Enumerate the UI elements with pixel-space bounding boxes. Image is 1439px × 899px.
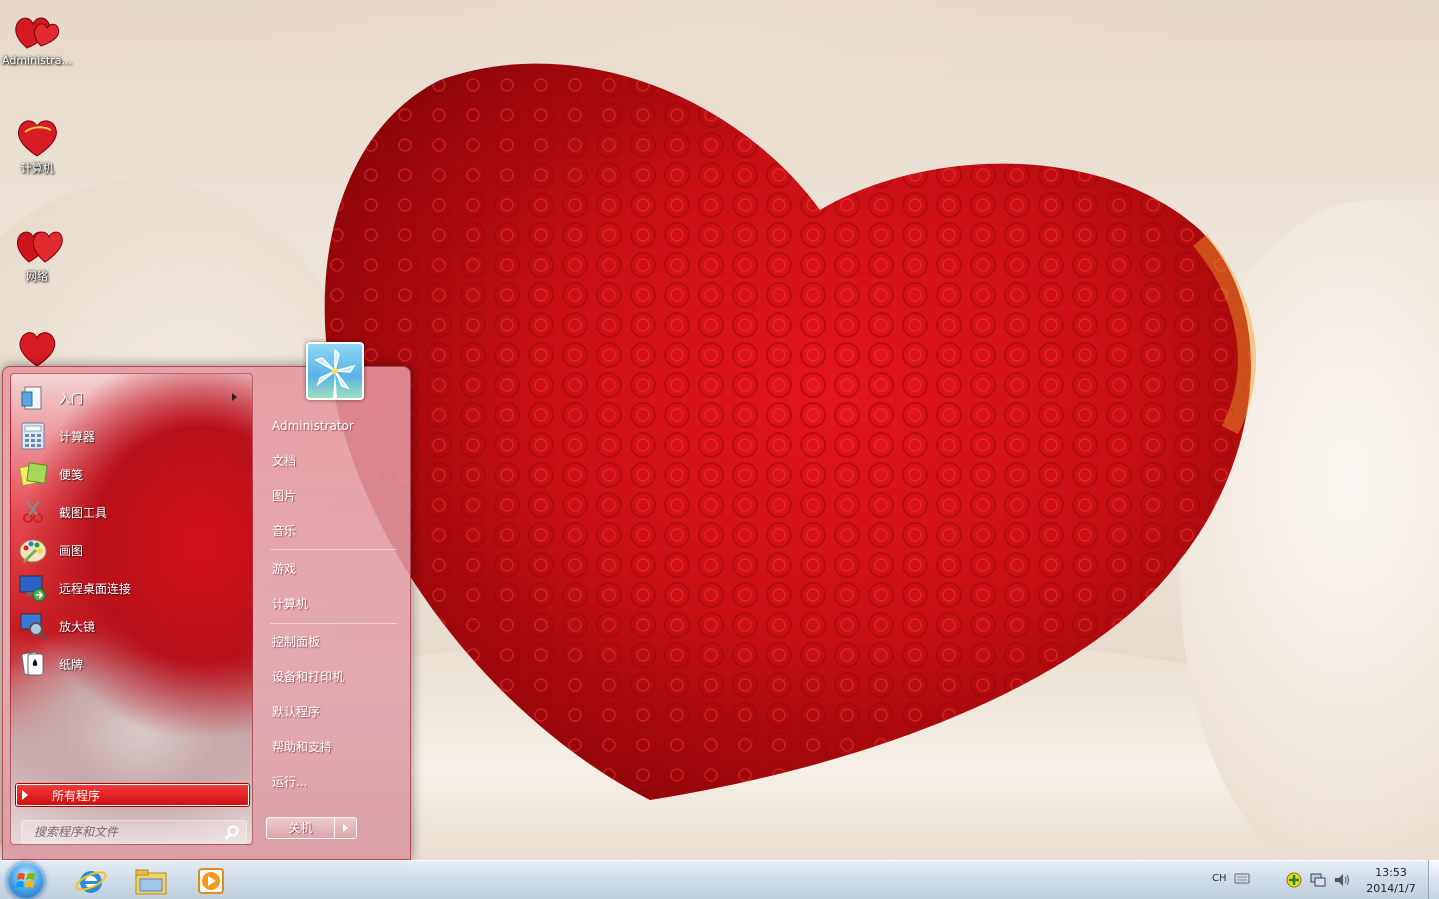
desktop-icon-network[interactable]: 网络	[0, 222, 74, 284]
program-calculator[interactable]: 计算器	[17, 418, 245, 454]
show-desktop-button[interactable]	[1428, 860, 1439, 899]
program-label: 远程桌面连接	[59, 581, 132, 596]
magnifier-icon	[17, 610, 49, 642]
start-right-music[interactable]: 音乐	[272, 521, 392, 541]
clock-date: 2014/1/7	[1366, 882, 1416, 895]
windows-logo-icon	[16, 873, 35, 888]
language-indicator[interactable]: CH	[1212, 873, 1227, 884]
remote-desktop-icon	[17, 572, 49, 604]
taskbar-internet-explorer[interactable]	[64, 863, 118, 899]
desktop-icon-recycle-bin[interactable]	[0, 326, 74, 368]
twin-hearts-icon	[16, 231, 63, 263]
program-paint[interactable]: 画图	[17, 532, 245, 568]
start-right-run[interactable]: 运行...	[272, 772, 392, 792]
desktop-icon-user-folder[interactable]: Administra...	[0, 8, 74, 67]
program-solitaire[interactable]: 纸牌	[17, 646, 245, 682]
start-right-devices-printers[interactable]: 设备和打印机	[272, 667, 392, 687]
desktop-icon-computer[interactable]: 计算机	[0, 114, 74, 176]
submenu-arrow-icon	[232, 393, 237, 401]
desktop-icon-label: 网络	[26, 270, 48, 283]
desktop-icon-label: 计算机	[20, 162, 54, 175]
system-clock[interactable]: 13:53 2014/1/7	[1360, 865, 1422, 897]
taskbar-windows-explorer[interactable]	[124, 863, 178, 899]
program-label: 纸牌	[59, 657, 84, 672]
all-programs-button[interactable]: 所有程序	[16, 784, 249, 806]
media-player-icon	[198, 868, 224, 894]
program-magnifier[interactable]: 放大镜	[17, 608, 245, 644]
getting-started-icon	[17, 382, 49, 414]
user-account-picture[interactable]	[306, 342, 364, 400]
heart-computer-icon	[17, 120, 57, 157]
windows-explorer-icon	[135, 869, 167, 895]
internet-explorer-icon	[75, 871, 107, 893]
program-label: 便笺	[59, 467, 84, 482]
start-menu-programs-pane: 入门 计算器 便笺 截图工具 画图 远程桌面连接 放大镜 纸牌 所有程序 搜索程…	[10, 373, 253, 845]
program-label: 画图	[59, 543, 84, 558]
program-label: 计算器	[59, 429, 96, 444]
volume-icon[interactable]	[1333, 872, 1351, 888]
shutdown-button[interactable]: 关机	[266, 817, 335, 839]
all-programs-label: 所有程序	[52, 788, 101, 803]
windmill-icon	[314, 348, 356, 398]
start-right-default-programs[interactable]: 默认程序	[272, 702, 392, 722]
program-getting-started[interactable]: 入门	[17, 380, 245, 416]
snipping-tool-icon	[17, 496, 49, 528]
start-right-documents[interactable]: 文档	[272, 451, 392, 471]
desktop-icon-label: Administra...	[2, 54, 72, 67]
wallpaper-heart-pillow	[324, 63, 1256, 801]
triangle-right-icon	[22, 790, 28, 800]
security-shield-icon[interactable]	[1285, 871, 1303, 889]
taskbar-media-player[interactable]	[184, 863, 238, 899]
solitaire-icon	[17, 648, 49, 680]
program-snipping-tool[interactable]: 截图工具	[17, 494, 245, 530]
hearts-icon	[15, 17, 60, 49]
start-right-help-support[interactable]: 帮助和支持	[272, 737, 392, 757]
shutdown-options-button[interactable]	[335, 817, 357, 839]
keyboard-icon[interactable]	[1234, 872, 1250, 884]
start-right-computer[interactable]: 计算机	[272, 594, 392, 614]
clock-time: 13:53	[1375, 866, 1407, 879]
paint-icon	[17, 534, 49, 566]
calculator-icon	[17, 420, 49, 452]
program-remote-desktop[interactable]: 远程桌面连接	[17, 570, 245, 606]
program-label: 放大镜	[59, 619, 96, 634]
start-right-divider	[270, 549, 397, 550]
start-right-pictures[interactable]: 图片	[272, 486, 392, 506]
start-search-input[interactable]	[22, 821, 212, 843]
start-right-divider	[270, 623, 397, 624]
start-button[interactable]	[7, 862, 45, 899]
start-right-user[interactable]: Administrator	[272, 416, 392, 436]
start-search-box[interactable]	[21, 820, 247, 844]
start-right-games[interactable]: 游戏	[272, 559, 392, 579]
search-icon[interactable]	[224, 825, 240, 841]
program-label: 截图工具	[59, 505, 108, 520]
program-sticky-notes[interactable]: 便笺	[17, 456, 245, 492]
program-label: 入门	[59, 391, 84, 406]
heart-icon	[19, 332, 56, 366]
start-right-control-panel[interactable]: 控制面板	[272, 632, 392, 652]
network-icon[interactable]	[1309, 871, 1327, 889]
sticky-notes-icon	[17, 458, 49, 490]
